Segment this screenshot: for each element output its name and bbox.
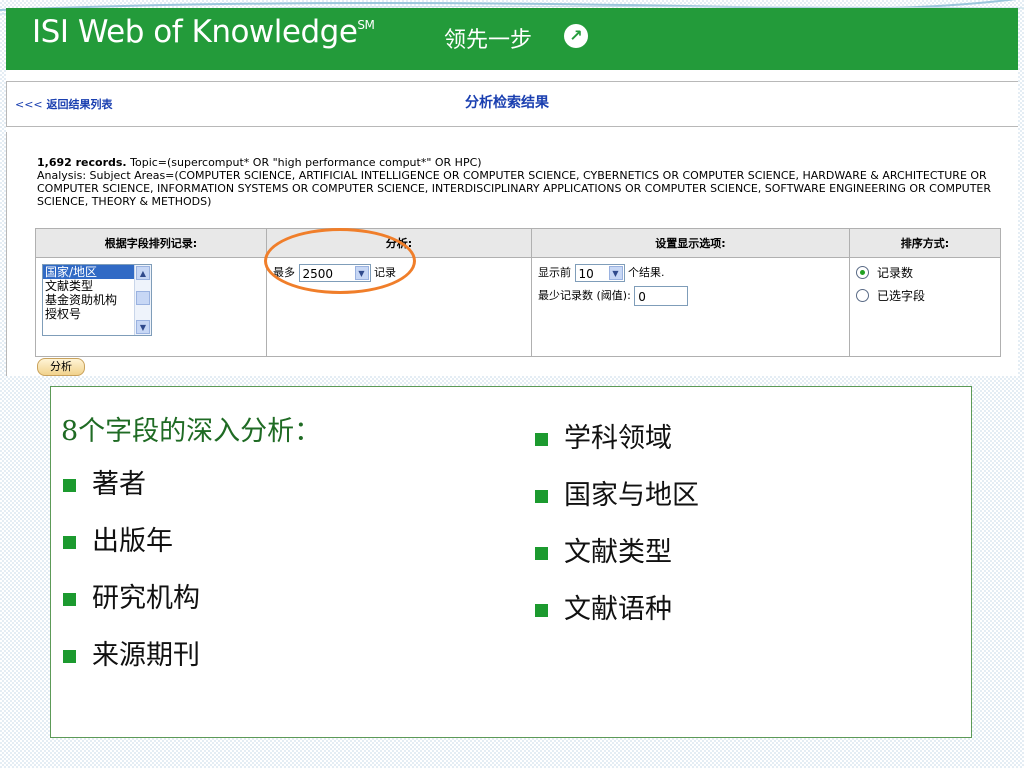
results-topbar: <<< 返回结果列表 分析检索结果 [6, 81, 1018, 127]
max-records-select[interactable]: 2500 ▼ [298, 264, 371, 282]
field-name: 出版年 [92, 526, 173, 557]
analysis-suffix: 记录 [374, 266, 396, 279]
show-top-select[interactable]: 10 ▼ [574, 264, 625, 282]
list-item: 著者 [63, 465, 200, 522]
bullet-square-icon [535, 604, 548, 617]
threshold-input[interactable]: 0 [634, 286, 689, 306]
fields-heading: 8个字段的深入分析： [61, 416, 322, 447]
banner-slogan: 领先一步 [444, 28, 533, 53]
back-to-results-link[interactable]: <<< 返回结果列表 [15, 96, 113, 112]
threshold-label: 最少记录数 (阈值): [538, 289, 631, 302]
analysis-content: 1,692 records. Topic=(supercomput* OR "h… [6, 132, 1018, 376]
bullet-square-icon [535, 490, 548, 503]
records-summary: 1,692 records. Topic=(supercomput* OR "h… [37, 156, 1007, 208]
chevron-down-icon[interactable]: ▼ [354, 266, 369, 280]
list-item: 学科领域 [535, 419, 699, 476]
list-item: 文献类型 [535, 533, 699, 590]
right-field-list: 学科领域 国家与地区 文献类型 文献语种 [535, 419, 699, 647]
display-options-cell: 显示前 10 ▼ 个结果. 最少记录数 (阈值): 0 [531, 257, 850, 357]
sort-cell: 记录数 已选字段 [849, 257, 1001, 357]
list-item: 出版年 [63, 522, 200, 579]
bullet-square-icon [535, 547, 548, 560]
header-rank-field: 根据字段排列记录: [35, 228, 267, 258]
sort-by-field-option[interactable]: 已选字段 [856, 287, 994, 304]
field-name: 文献类型 [564, 537, 672, 568]
bullet-square-icon [63, 536, 76, 549]
product-name: ISI Web of Knowledge [32, 14, 358, 50]
back-chevrons: <<< [15, 98, 43, 111]
left-field-list: 著者 出版年 研究机构 来源期刊 [63, 465, 200, 693]
field-listbox[interactable]: 国家/地区 文献类型 基金资助机构 授权号 ▲ ▼ [42, 264, 152, 336]
list-item: 文献语种 [535, 590, 699, 647]
sort-by-count-option[interactable]: 记录数 [856, 264, 994, 281]
back-link-label: 返回结果列表 [46, 98, 113, 111]
field-name: 国家与地区 [564, 480, 699, 511]
max-records-value: 2500 [302, 267, 334, 281]
header-sort-by: 排序方式: [849, 228, 1001, 258]
field-name: 研究机构 [92, 583, 200, 614]
analysis-table: 根据字段排列记录: 分析: 设置显示选项: 排序方式: 国家/地区 文献类型 基… [35, 228, 1001, 357]
list-item: 来源期刊 [63, 636, 200, 693]
radio-unselected[interactable] [856, 289, 869, 302]
product-title: ISI Web of KnowledgeSM [32, 14, 375, 50]
topic-query: Topic=(supercomput* OR "high performance… [130, 156, 482, 169]
header-analysis: 分析: [266, 228, 532, 258]
analyze-button[interactable]: 分析 [37, 358, 85, 376]
arrow-icon[interactable]: ↗ [564, 24, 588, 48]
fields-panel: 8个字段的深入分析： 著者 出版年 研究机构 来源期刊 学科领域 国家与地区 文… [50, 386, 972, 738]
field-name: 文献语种 [564, 594, 672, 625]
sort-option-label: 已选字段 [877, 289, 926, 303]
list-item: 研究机构 [63, 579, 200, 636]
bullet-square-icon [63, 593, 76, 606]
display-prefix: 显示前 [538, 266, 571, 279]
scroll-up-icon[interactable]: ▲ [136, 266, 150, 280]
radio-selected[interactable] [856, 266, 869, 279]
bullet-square-icon [535, 433, 548, 446]
field-name: 学科领域 [564, 423, 672, 454]
display-suffix: 个结果. [628, 266, 665, 279]
record-count: 1,692 records. [37, 156, 127, 169]
isi-banner: ISI Web of KnowledgeSM 领先一步 ↗ [6, 8, 1018, 70]
wos-screenshot: ISI Web of KnowledgeSM 领先一步 ↗ <<< 返回结果列表… [6, 8, 1018, 376]
header-display-options: 设置显示选项: [531, 228, 850, 258]
bullet-square-icon [63, 650, 76, 663]
scroll-thumb[interactable] [136, 291, 150, 305]
listbox-scrollbar[interactable]: ▲ ▼ [134, 265, 151, 335]
field-name: 著者 [92, 469, 146, 500]
sort-option-label: 记录数 [877, 266, 914, 280]
list-item: 国家与地区 [535, 476, 699, 533]
scroll-down-icon[interactable]: ▼ [136, 320, 150, 334]
show-top-value: 10 [578, 267, 594, 281]
page-title: 分析检索结果 [465, 95, 549, 111]
subject-areas: Analysis: Subject Areas=(COMPUTER SCIENC… [37, 169, 992, 208]
bullet-square-icon [63, 479, 76, 492]
trademark: SM [357, 18, 375, 32]
field-name: 来源期刊 [92, 640, 200, 671]
chevron-down-icon[interactable]: ▼ [608, 266, 623, 280]
analysis-prefix: 最多 [273, 266, 295, 279]
analysis-cell: 最多 2500 ▼ 记录 [266, 257, 532, 357]
field-cell: 国家/地区 文献类型 基金资助机构 授权号 ▲ ▼ [35, 257, 267, 357]
